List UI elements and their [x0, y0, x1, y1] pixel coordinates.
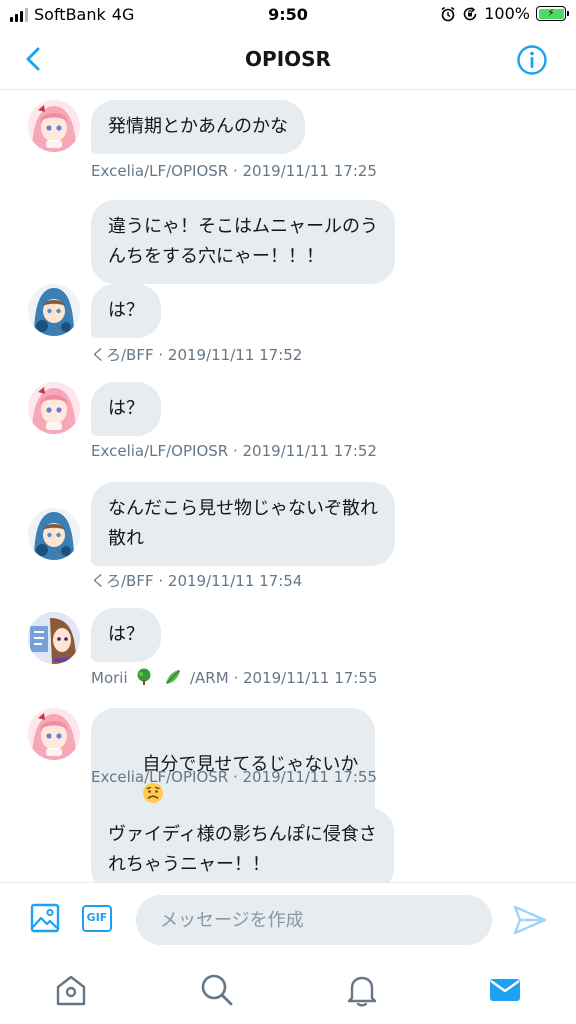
conversation-header: OPIOSR: [0, 30, 576, 90]
kuro-avatar[interactable]: [28, 284, 80, 336]
send-icon[interactable]: [513, 905, 547, 935]
message-bubble[interactable]: ヴァイディ様の影ちんぽに侵食さ れちゃうニャー！！: [91, 808, 394, 882]
tree-emoji-icon: [137, 668, 151, 685]
message-meta: くろ/BFF · 2019/11/11 17:52: [91, 346, 303, 364]
status-right: 100% ⚡: [440, 4, 569, 23]
message-meta: Excelia/LF/OPIOSR · 2019/11/11 17:25: [91, 162, 377, 180]
herb-emoji-icon: [166, 670, 181, 684]
home-icon[interactable]: [53, 972, 89, 1008]
sender-name: Morii: [91, 669, 128, 687]
tab-bar: [0, 956, 576, 1024]
gif-button[interactable]: GIF: [82, 905, 112, 932]
info-icon[interactable]: [516, 44, 548, 76]
message-bubble[interactable]: は？: [91, 382, 161, 436]
conversation-title[interactable]: OPIOSR: [0, 47, 576, 71]
battery-percent: 100%: [484, 4, 530, 23]
message-list[interactable]: 発情期とかあんのかな Excelia/LF/OPIOSR · 2019/11/1…: [0, 90, 576, 882]
orientation-lock-icon: [463, 6, 477, 20]
alarm-icon: [441, 6, 455, 21]
battery-charging-icon: ⚡: [536, 6, 569, 21]
image-icon[interactable]: [30, 903, 60, 933]
message-bubble[interactable]: は？: [91, 608, 161, 662]
message-meta: Morii /ARM · 2019/11/11 17:55: [91, 668, 377, 687]
sender-suffix: /ARM: [189, 669, 229, 687]
notifications-icon[interactable]: [344, 972, 380, 1008]
excelia-avatar[interactable]: [28, 100, 80, 152]
morii-avatar[interactable]: [28, 612, 80, 664]
search-icon[interactable]: [199, 972, 235, 1008]
excelia-avatar[interactable]: [28, 382, 80, 434]
message-bubble[interactable]: なんだこら見せ物じゃないぞ散れ 散れ: [91, 482, 395, 566]
message-bubble[interactable]: 発情期とかあんのかな: [91, 100, 305, 154]
message-meta: Excelia/LF/OPIOSR · 2019/11/11 17:55: [91, 768, 377, 786]
messages-icon[interactable]: [487, 972, 523, 1008]
message-meta: Excelia/LF/OPIOSR · 2019/11/11 17:52: [91, 442, 377, 460]
message-time: · 2019/11/11 17:55: [233, 669, 378, 687]
message-input[interactable]: [136, 895, 492, 945]
message-meta: くろ/BFF · 2019/11/11 17:54: [91, 572, 303, 590]
message-bubble[interactable]: は？: [91, 284, 161, 338]
message-composer: GIF: [0, 882, 576, 956]
kuro-avatar[interactable]: [28, 508, 80, 560]
message-bubble[interactable]: 違うにゃ！そこはムニャールのう んちをする穴にゃー！！！: [91, 200, 395, 284]
excelia-avatar[interactable]: [28, 708, 80, 760]
status-bar: SoftBank 4G 9:50 100% ⚡: [0, 0, 576, 30]
